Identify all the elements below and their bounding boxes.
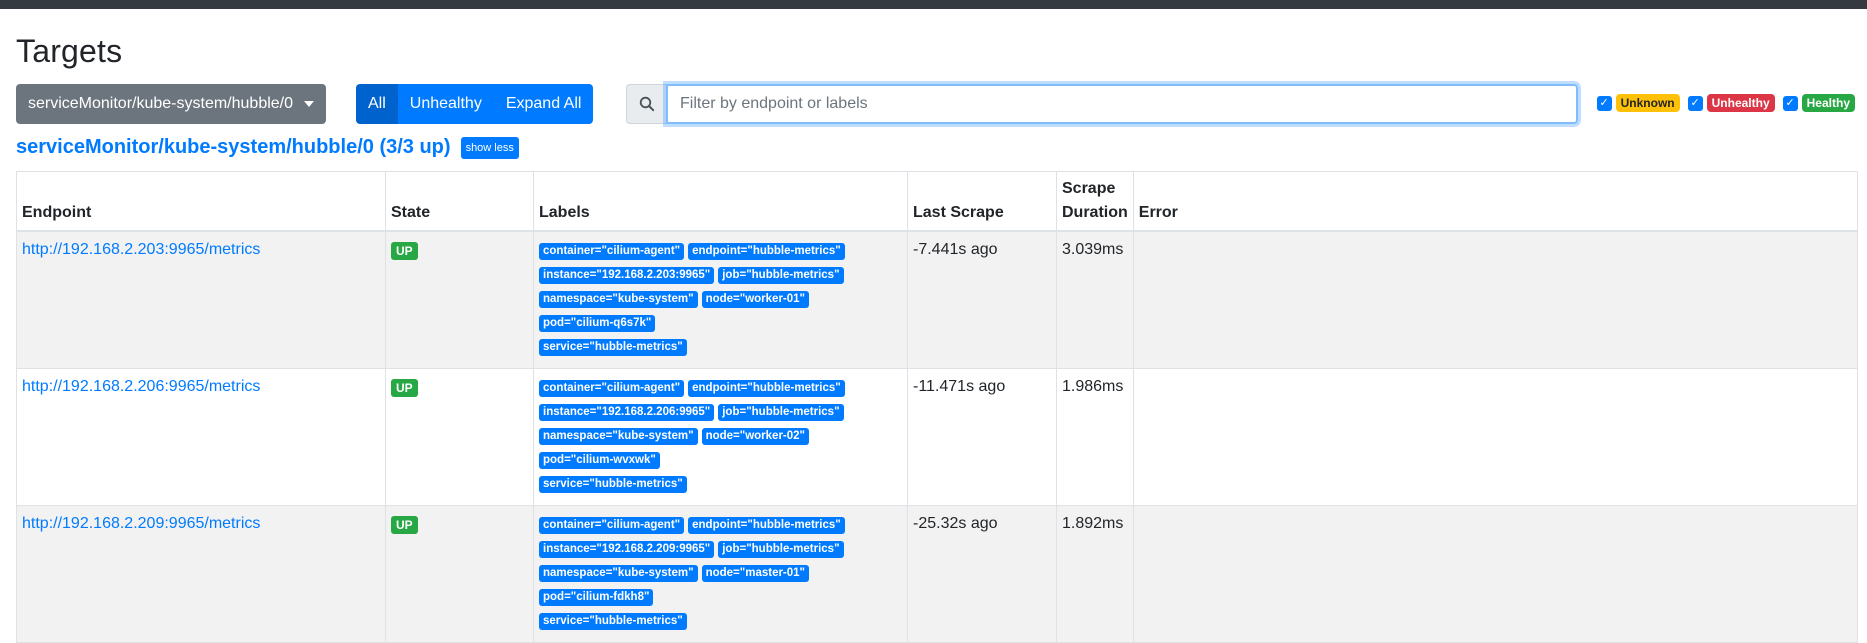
state-badge: UP	[391, 516, 418, 534]
label-badge: container="cilium-agent"	[539, 243, 685, 260]
label-badge: endpoint="hubble-metrics"	[688, 243, 845, 260]
label-badge: pod="cilium-q6s7k"	[539, 315, 656, 332]
label-badge: job="hubble-metrics"	[718, 267, 844, 284]
controls-row: serviceMonitor/kube-system/hubble/0 All …	[16, 84, 1859, 124]
label-badge: namespace="kube-system"	[539, 428, 698, 445]
section-header: serviceMonitor/kube-system/hubble/0 (3/3…	[16, 136, 519, 159]
unknown-badge: Unknown	[1615, 94, 1680, 112]
label-badge: pod="cilium-wvxwk"	[539, 452, 660, 469]
label-badge: instance="192.168.2.203:9965"	[539, 267, 715, 284]
scrape-duration-cell: 1.892ms	[1056, 505, 1134, 643]
label-badge: node="worker-01"	[701, 291, 810, 308]
section-title-link[interactable]: serviceMonitor/kube-system/hubble/0 (3/3…	[16, 136, 451, 159]
page-title: Targets	[16, 33, 123, 69]
header-error: Error	[1132, 171, 1859, 232]
state-badge: UP	[391, 242, 418, 260]
state-badge: UP	[391, 379, 418, 397]
endpoint-link[interactable]: http://192.168.2.203:9965/metrics	[22, 241, 260, 258]
header-endpoint: Endpoint	[16, 171, 386, 232]
search-icon	[626, 84, 666, 124]
last-scrape-cell: -11.471s ago	[907, 368, 1057, 506]
table-row: http://192.168.2.206:9965/metrics UP con…	[16, 368, 1859, 506]
labels-cell: container="cilium-agent" endpoint="hubble…	[533, 505, 908, 643]
table-row: http://192.168.2.203:9965/metrics UP con…	[16, 230, 1859, 369]
header-labels: Labels	[533, 171, 908, 232]
label-badge: service="hubble-metrics"	[539, 476, 687, 493]
table-body: http://192.168.2.203:9965/metrics UP con…	[16, 230, 1859, 643]
healthy-badge: Healthy	[1801, 94, 1855, 112]
search-input[interactable]	[666, 84, 1578, 124]
label-badge: instance="192.168.2.206:9965"	[539, 404, 715, 421]
table-row: http://192.168.2.209:9965/metrics UP con…	[16, 505, 1859, 643]
unknown-checkbox[interactable]: ✓	[1596, 95, 1612, 111]
scrape-pool-dropdown[interactable]: serviceMonitor/kube-system/hubble/0	[16, 84, 326, 124]
targets-table: Endpoint State Labels Last Scrape Scrape…	[16, 171, 1859, 643]
unhealthy-button[interactable]: Unhealthy	[397, 84, 494, 124]
label-badge: endpoint="hubble-metrics"	[688, 380, 845, 397]
label-badge: node="worker-02"	[701, 428, 810, 445]
label-badge: pod="cilium-fdkh8"	[539, 589, 654, 606]
scrape-duration-cell: 1.986ms	[1056, 368, 1134, 506]
label-badge: service="hubble-metrics"	[539, 339, 687, 356]
error-cell	[1132, 230, 1859, 369]
label-badge: container="cilium-agent"	[539, 517, 685, 534]
all-button[interactable]: All	[356, 84, 398, 124]
label-badge: job="hubble-metrics"	[718, 404, 844, 421]
last-scrape-cell: -7.441s ago	[907, 230, 1057, 369]
show-less-button[interactable]: show less	[460, 136, 519, 159]
header-last-scrape: Last Scrape	[907, 171, 1057, 232]
health-filters: ✓ Unknown ✓ Unhealthy ✓ Healthy	[1596, 94, 1859, 112]
labels-cell: container="cilium-agent" endpoint="hubble…	[533, 230, 908, 369]
filter-button-group: All Unhealthy Expand All	[356, 84, 594, 124]
label-badge: node="master-01"	[701, 565, 810, 582]
endpoint-link[interactable]: http://192.168.2.206:9965/metrics	[22, 378, 260, 395]
error-cell	[1132, 368, 1859, 506]
search-group	[626, 84, 1578, 124]
scrape-duration-cell: 3.039ms	[1056, 230, 1134, 369]
header-state: State	[385, 171, 534, 232]
expand-all-button[interactable]: Expand All	[493, 84, 594, 124]
label-badge: container="cilium-agent"	[539, 380, 685, 397]
unhealthy-checkbox[interactable]: ✓	[1687, 95, 1703, 111]
label-badge: namespace="kube-system"	[539, 291, 698, 308]
label-badge: namespace="kube-system"	[539, 565, 698, 582]
healthy-checkbox[interactable]: ✓	[1782, 95, 1798, 111]
label-badge: service="hubble-metrics"	[539, 613, 687, 630]
header-scrape-duration: Scrape Duration	[1056, 171, 1134, 232]
last-scrape-cell: -25.32s ago	[907, 505, 1057, 643]
endpoint-link[interactable]: http://192.168.2.209:9965/metrics	[22, 515, 260, 532]
dropdown-label: serviceMonitor/kube-system/hubble/0	[28, 95, 294, 112]
caret-down-icon	[304, 101, 314, 107]
labels-cell: container="cilium-agent" endpoint="hubble…	[533, 368, 908, 506]
label-badge: endpoint="hubble-metrics"	[688, 517, 845, 534]
unhealthy-badge: Unhealthy	[1706, 94, 1775, 112]
top-navbar	[0, 0, 1867, 9]
table-header-row: Endpoint State Labels Last Scrape Scrape…	[16, 171, 1859, 232]
error-cell	[1132, 505, 1859, 643]
